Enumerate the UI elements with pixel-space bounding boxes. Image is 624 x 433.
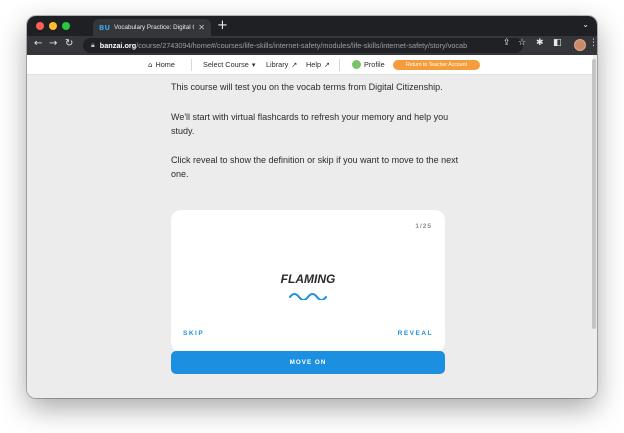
close-window-button[interactable] [36, 22, 44, 30]
arrow-up-right-icon: ↗ [291, 60, 298, 69]
page-scrollbar[interactable] [592, 59, 596, 329]
nav-home[interactable]: ⌂ Home [148, 60, 175, 69]
tab-close-icon[interactable]: ✕ [198, 23, 205, 32]
return-to-teacher-button[interactable]: Return to Teacher Account [393, 60, 480, 70]
page-content: ⌂ Home Select Course ▾ Library ↗ Help ↗ … [27, 55, 597, 398]
back-arrow-icon[interactable]: ← [34, 38, 42, 49]
nav-select-course[interactable]: Select Course ▾ [203, 60, 255, 69]
vocab-term: FLAMING [280, 272, 336, 286]
new-tab-icon[interactable]: + [217, 18, 228, 33]
arrow-up-right-icon: ↗ [324, 60, 330, 69]
site-navigation: ⌂ Home Select Course ▾ Library ↗ Help ↗ … [27, 55, 593, 75]
url-path: /course/2743094/home#/courses/life-skill… [136, 41, 468, 50]
nav-divider [191, 59, 192, 71]
share-icon[interactable]: ⇪ [503, 38, 511, 48]
nav-library-label: Library [266, 60, 289, 69]
browser-window: BU Vocabulary Practice: Digital Cit ✕ + … [27, 16, 597, 398]
side-panel-icon[interactable]: ◧ [553, 38, 562, 48]
forward-arrow-icon[interactable]: → [49, 38, 57, 49]
nav-divider [339, 59, 340, 71]
tab-title: Vocabulary Practice: Digital Cit [114, 24, 195, 31]
favicon-icon: BU [99, 23, 111, 32]
window-controls [36, 22, 70, 30]
card-counter: 1/25 [415, 223, 432, 230]
address-bar[interactable]: 🔒︎ banzai.org/course/2743094/home#/cours… [83, 38, 523, 53]
profile-avatar-icon [352, 60, 361, 69]
lock-icon: 🔒︎ [91, 41, 95, 49]
bookmark-star-icon[interactable]: ☆ [518, 38, 526, 48]
nav-profile[interactable]: Profile [352, 60, 385, 69]
dropdown-caret-icon: ▾ [251, 60, 256, 69]
url-host: banzai.org [99, 41, 137, 50]
browser-profile-avatar[interactable] [574, 39, 586, 51]
skip-button[interactable]: SKIP [183, 330, 204, 337]
intro-text-2: We'll start with virtual flashcards to r… [171, 112, 449, 136]
wave-decoration-icon [289, 293, 327, 300]
extensions-puzzle-icon[interactable]: ✱ [536, 38, 544, 48]
tab-search-chevron-icon[interactable]: ⌄ [582, 20, 589, 29]
maximize-window-button[interactable] [62, 22, 70, 30]
tab-strip: BU Vocabulary Practice: Digital Cit ✕ + … [27, 16, 597, 36]
browser-menu-icon[interactable]: ⋮ [589, 38, 597, 48]
nav-profile-label: Profile [364, 60, 385, 69]
intro-text-3: Click reveal to show the definition or s… [171, 155, 459, 179]
move-on-button[interactable]: MOVE ON [171, 351, 445, 374]
nav-select-course-label: Select Course [203, 60, 249, 69]
reload-icon[interactable]: ↻ [65, 38, 73, 49]
flashcard: 1/25 FLAMING SKIP REVEAL [171, 210, 445, 352]
browser-tab[interactable]: BU Vocabulary Practice: Digital Cit ✕ [93, 19, 211, 36]
minimize-window-button[interactable] [49, 22, 57, 30]
reveal-button[interactable]: REVEAL [398, 330, 433, 337]
nav-help[interactable]: Help ↗ [306, 60, 330, 69]
home-icon: ⌂ [148, 60, 153, 69]
nav-help-label: Help [306, 60, 322, 69]
nav-home-label: Home [155, 60, 175, 69]
nav-library[interactable]: Library ↗ [266, 60, 297, 69]
intro-text-1: This course will test you on the vocab t… [171, 82, 443, 92]
url-text: banzai.org/course/2743094/home#/courses/… [100, 41, 467, 50]
browser-toolbar: ← → ↻ 🔒︎ banzai.org/course/2743094/home#… [27, 36, 597, 55]
